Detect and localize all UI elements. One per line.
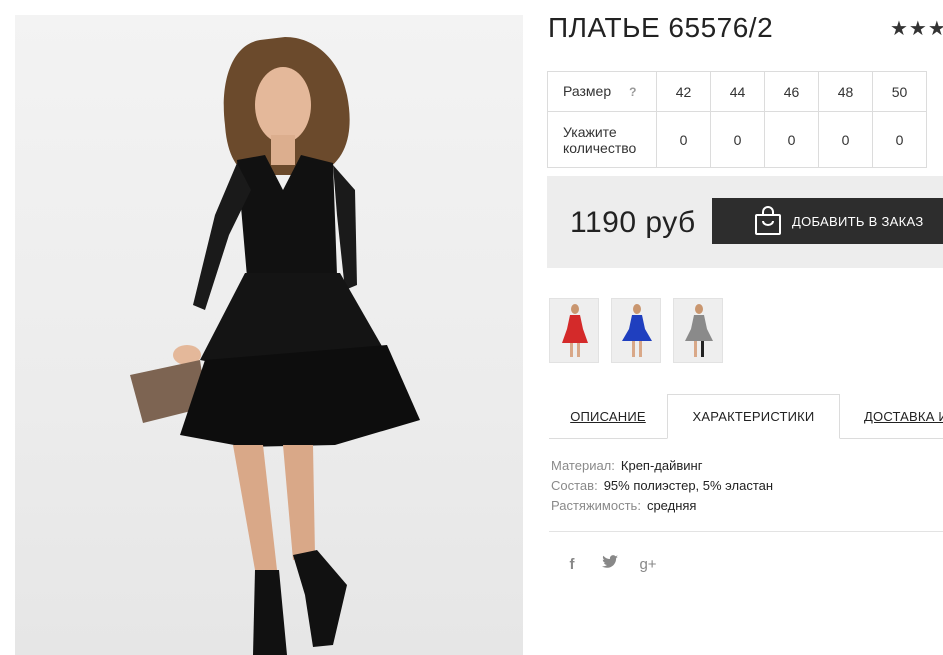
quantity-input-42[interactable]: 0 bbox=[656, 111, 711, 168]
product-tabs: ОПИСАНИЕ ХАРАКТЕРИСТИКИ ДОСТАВКА И bbox=[549, 394, 943, 439]
quantity-input-46[interactable]: 0 bbox=[764, 111, 819, 168]
red-dress-thumb-icon bbox=[562, 304, 588, 357]
grey-dress-thumb-icon bbox=[685, 304, 713, 357]
twitter-icon[interactable] bbox=[601, 555, 619, 573]
characteristic-value: средняя bbox=[646, 498, 697, 513]
characteristics-list: Материал: Креп-дайвинг Состав: 95% полиэст… bbox=[551, 456, 773, 516]
twitter-bird-icon bbox=[602, 555, 618, 568]
size-46: 46 bbox=[764, 71, 819, 112]
size-help-icon[interactable]: ? bbox=[629, 85, 636, 99]
size-label-cell: Размер? bbox=[547, 71, 657, 112]
model-illustration bbox=[130, 37, 420, 655]
price: 1190 руб bbox=[570, 206, 696, 239]
tab-description[interactable]: ОПИСАНИЕ bbox=[549, 394, 667, 439]
blue-dress-thumb-icon bbox=[622, 304, 652, 357]
characteristic-key: Растяжимость: bbox=[551, 498, 641, 513]
characteristic-row: Растяжимость: средняя bbox=[551, 496, 773, 516]
add-to-order-label: ДОБАВИТЬ В ЗАКАЗ bbox=[792, 213, 924, 229]
quantity-label: Укажите количество bbox=[547, 111, 657, 168]
size-quantity-table: Размер? 42 44 46 48 50 Укажите количеств… bbox=[547, 71, 927, 168]
tab-description-label: ОПИСАНИЕ bbox=[570, 409, 646, 424]
size-44: 44 bbox=[710, 71, 765, 112]
quantity-input-50[interactable]: 0 bbox=[872, 111, 927, 168]
product-photo bbox=[15, 15, 523, 655]
size-48: 48 bbox=[818, 71, 873, 112]
size-42: 42 bbox=[656, 71, 711, 112]
characteristic-key: Состав: bbox=[551, 478, 598, 493]
characteristic-value: 95% полиэстер, 5% эластан bbox=[603, 478, 774, 493]
social-share: f g+ bbox=[563, 555, 657, 573]
quantity-row: Укажите количество 0 0 0 0 0 bbox=[547, 111, 927, 168]
thumbnail-red[interactable] bbox=[549, 298, 599, 363]
size-50: 50 bbox=[872, 71, 927, 112]
quantity-input-48[interactable]: 0 bbox=[818, 111, 873, 168]
tab-characteristics-label: ХАРАКТЕРИСТИКИ bbox=[692, 409, 815, 424]
thumbnail-blue[interactable] bbox=[611, 298, 661, 363]
tab-delivery-label: ДОСТАВКА И bbox=[864, 409, 943, 424]
shopping-bag-icon bbox=[755, 206, 781, 235]
size-label: Размер bbox=[563, 83, 612, 99]
add-to-order-button[interactable]: ДОБАВИТЬ В ЗАКАЗ bbox=[712, 198, 943, 244]
rating-stars-icon[interactable]: ★★★ bbox=[890, 16, 943, 41]
quantity-input-44[interactable]: 0 bbox=[710, 111, 765, 168]
characteristic-row: Состав: 95% полиэстер, 5% эластан bbox=[551, 476, 773, 496]
price-box: 1190 руб ДОБАВИТЬ В ЗАКАЗ bbox=[547, 176, 943, 268]
color-thumbnails bbox=[549, 298, 723, 363]
tab-delivery[interactable]: ДОСТАВКА И bbox=[840, 394, 943, 439]
product-title: ПЛАТЬЕ 65576/2 bbox=[548, 12, 774, 43]
characteristic-row: Материал: Креп-дайвинг bbox=[551, 456, 773, 476]
section-divider bbox=[549, 531, 943, 532]
facebook-icon[interactable]: f bbox=[563, 556, 581, 573]
tab-characteristics[interactable]: ХАРАКТЕРИСТИКИ bbox=[667, 394, 840, 439]
thumbnail-grey[interactable] bbox=[673, 298, 723, 363]
size-row: Размер? 42 44 46 48 50 bbox=[547, 71, 927, 112]
characteristic-key: Материал: bbox=[551, 458, 615, 473]
characteristic-value: Креп-дайвинг bbox=[620, 458, 703, 473]
google-plus-icon[interactable]: g+ bbox=[639, 556, 657, 573]
